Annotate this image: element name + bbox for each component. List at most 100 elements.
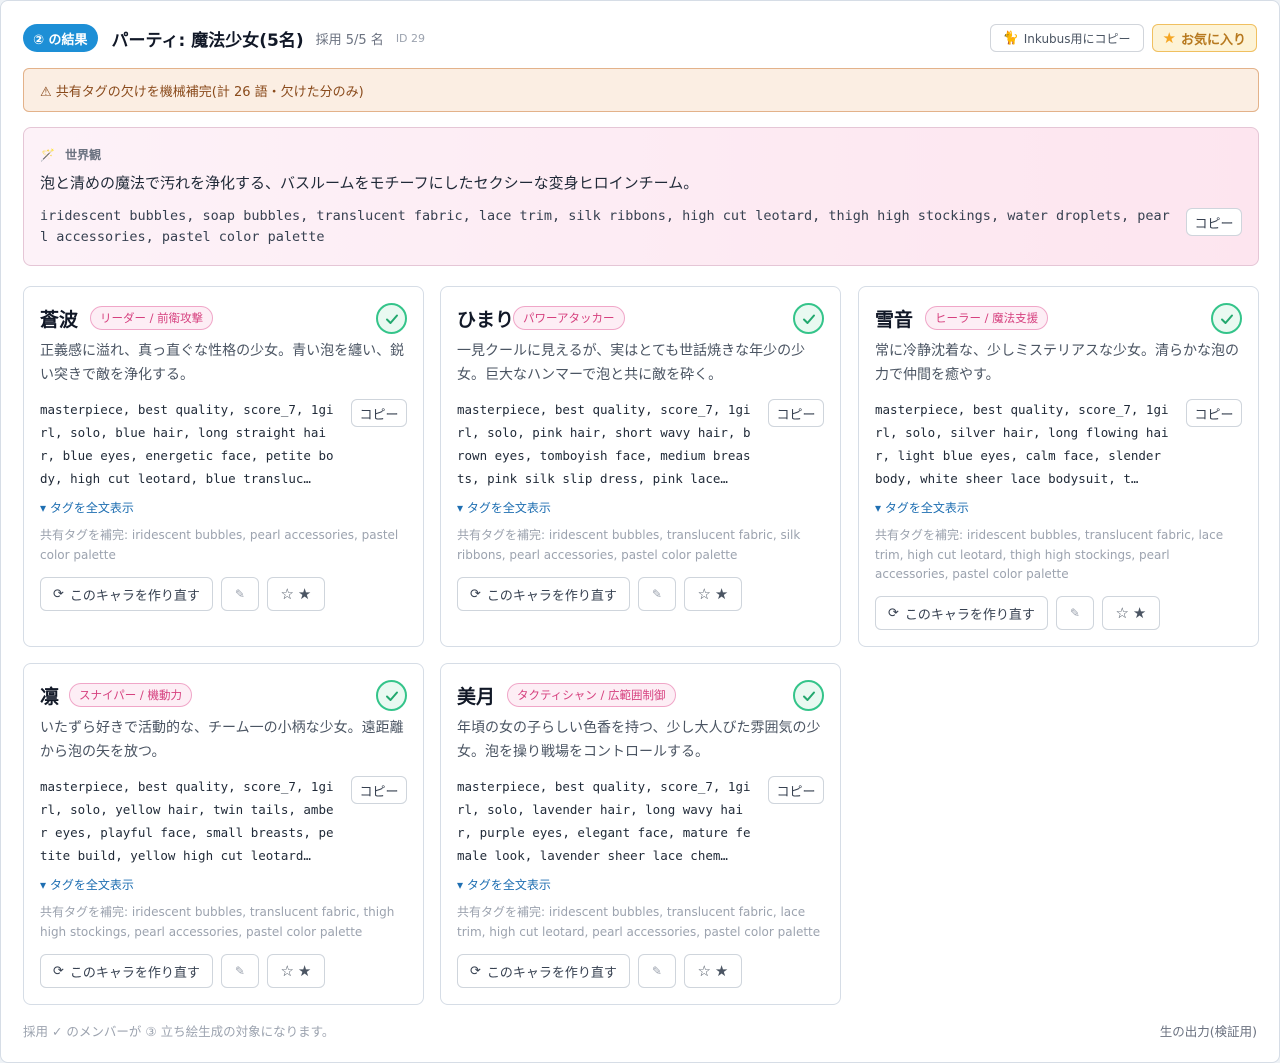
raw-output-toggle[interactable]: 生の出力(検証用) — [1160, 1021, 1257, 1040]
expand-tags-toggle[interactable]: ▾ タグを全文表示 — [875, 499, 969, 516]
step-badge: ② の結果 — [23, 24, 98, 52]
character-role-badge: タクティシャン / 広範囲制御 — [507, 683, 676, 707]
character-copy-button[interactable]: コピー — [1186, 399, 1242, 427]
party-id: ID 29 — [395, 31, 426, 45]
edit-button[interactable]: ✎ — [220, 577, 259, 611]
regenerate-character-button[interactable]: ⟳ このキャラを作り直す — [40, 577, 213, 611]
card-actions: ⟳ このキャラを作り直す ✎ ☆ ★ — [40, 577, 325, 611]
character-tags: masterpiece, best quality, score_7, 1gir… — [40, 402, 334, 486]
cat-icon: 🐈 — [1002, 30, 1019, 46]
shared-tag-fill-note: 共有タグを補完: iridescent bubbles, translucent… — [875, 528, 1224, 581]
character-copy-button[interactable]: コピー — [768, 399, 824, 427]
rating-button[interactable]: ☆ ★ — [683, 954, 742, 988]
pencil-icon: ✎ — [1069, 606, 1080, 620]
check-icon — [1220, 314, 1233, 324]
favorite-button[interactable]: ★ お気に入り — [1151, 24, 1257, 52]
regenerate-character-button[interactable]: ⟳ このキャラを作り直す — [457, 954, 630, 988]
inkubus-copy-button[interactable]: 🐈 Inkubus用にコピー — [989, 24, 1144, 52]
regenerate-label: このキャラを作り直す — [904, 607, 1035, 623]
shared-tag-fill-note: 共有タグを補完: iridescent bubbles, translucent… — [457, 528, 801, 562]
character-tags: masterpiece, best quality, score_7, 1gir… — [457, 402, 751, 486]
adopt-check-toggle[interactable] — [1211, 303, 1242, 334]
adopt-check-toggle[interactable] — [376, 680, 407, 711]
rating-button[interactable]: ☆ ★ — [266, 954, 325, 988]
character-role-badge: リーダー / 前衛攻撃 — [90, 306, 214, 330]
star-filled-icon: ★ — [297, 962, 312, 980]
check-icon — [802, 314, 815, 324]
expand-tags-toggle[interactable]: ▾ タグを全文表示 — [457, 499, 551, 516]
star-outline-icon: ☆ — [697, 962, 711, 980]
regenerate-label: このキャラを作り直す — [486, 965, 617, 981]
character-card: 雪音 ヒーラー / 魔法支援 常に冷静沈着な、少しミステリアスな少女。清らかな泡… — [858, 286, 1259, 647]
regenerate-character-button[interactable]: ⟳ このキャラを作り直す — [457, 577, 630, 611]
check-icon — [385, 691, 398, 701]
world-copy-button[interactable]: コピー — [1186, 208, 1242, 236]
star-outline-icon: ☆ — [697, 585, 711, 603]
expand-tags-toggle[interactable]: ▾ タグを全文表示 — [40, 876, 134, 893]
refresh-icon: ⟳ — [470, 963, 481, 979]
card-actions: ⟳ このキャラを作り直す ✎ ☆ ★ — [875, 596, 1160, 630]
star-outline-icon: ☆ — [280, 585, 294, 603]
star-outline-icon: ☆ — [280, 962, 294, 980]
character-description: 一見クールに見えるが、実はとても世話焼きな年少の少女。巨大なハンマーで泡と共に敵… — [457, 343, 806, 383]
star-outline-icon: ☆ — [1115, 604, 1129, 622]
expand-tags-toggle[interactable]: ▾ タグを全文表示 — [40, 499, 134, 516]
character-tags: masterpiece, best quality, score_7, 1gir… — [875, 402, 1169, 486]
rating-button[interactable]: ☆ ★ — [1101, 596, 1160, 630]
character-name: 雪音 — [875, 309, 914, 331]
character-card: 美月 タクティシャン / 広範囲制御 年頃の女の子らしい色香を持つ、少し大人びた… — [440, 663, 841, 1005]
adopt-count: 採用 5/5 名 — [315, 32, 384, 48]
character-copy-button[interactable]: コピー — [768, 776, 824, 804]
pencil-icon: ✎ — [651, 587, 662, 601]
magic-wand-icon: 🪄 — [40, 148, 55, 162]
adopt-check-toggle[interactable] — [793, 303, 824, 334]
character-name: ひまり — [457, 309, 515, 331]
favorite-label: お気に入り — [1180, 32, 1246, 48]
regenerate-label: このキャラを作り直す — [486, 588, 617, 604]
check-icon — [802, 691, 815, 701]
adopt-check-toggle[interactable] — [376, 303, 407, 334]
regenerate-character-button[interactable]: ⟳ このキャラを作り直す — [40, 954, 213, 988]
card-actions: ⟳ このキャラを作り直す ✎ ☆ ★ — [40, 954, 325, 988]
edit-button[interactable]: ✎ — [637, 577, 676, 611]
character-description: 常に冷静沈着な、少しミステリアスな少女。清らかな泡の力で仲間を癒やす。 — [875, 343, 1239, 383]
star-filled-icon: ★ — [297, 585, 312, 603]
inkubus-copy-label: Inkubus用にコピー — [1023, 31, 1131, 46]
refresh-icon: ⟳ — [470, 586, 481, 602]
regenerate-label: このキャラを作り直す — [69, 965, 200, 981]
card-actions: ⟳ このキャラを作り直す ✎ ☆ ★ — [457, 954, 742, 988]
header-actions: 🐈 Inkubus用にコピー ★ お気に入り — [989, 24, 1257, 52]
character-description: 年頃の女の子らしい色香を持つ、少し大人びた雰囲気の少女。泡を操り戦場をコントロー… — [457, 720, 821, 760]
card-actions: ⟳ このキャラを作り直す ✎ ☆ ★ — [457, 577, 742, 611]
star-filled-icon: ★ — [714, 962, 729, 980]
rating-button[interactable]: ☆ ★ — [266, 577, 325, 611]
character-role-badge: パワーアタッカー — [513, 306, 625, 330]
character-description: いたずら好きで活動的な、チーム一の小柄な少女。遠距離から泡の矢を放つ。 — [40, 720, 404, 760]
result-header: ② の結果 パーティ: 魔法少女(5名) 採用 5/5 名 ID 29 🐈 In… — [23, 23, 1257, 53]
refresh-icon: ⟳ — [53, 963, 64, 979]
star-filled-icon: ★ — [714, 585, 729, 603]
expand-tags-toggle[interactable]: ▾ タグを全文表示 — [457, 876, 551, 893]
result-panel: ② の結果 パーティ: 魔法少女(5名) 採用 5/5 名 ID 29 🐈 In… — [0, 0, 1280, 1063]
world-description: 泡と清めの魔法で汚れを浄化する、バスルームをモチーフにしたセクシーな変身ヒロイン… — [40, 174, 699, 192]
pencil-icon: ✎ — [234, 587, 245, 601]
adopt-check-toggle[interactable] — [793, 680, 824, 711]
character-role-badge: ヒーラー / 魔法支援 — [925, 306, 1049, 330]
edit-button[interactable]: ✎ — [637, 954, 676, 988]
character-copy-button[interactable]: コピー — [351, 399, 407, 427]
shared-tag-fill-note: 共有タグを補完: iridescent bubbles, translucent… — [457, 905, 821, 939]
edit-button[interactable]: ✎ — [1055, 596, 1094, 630]
world-tags: iridescent bubbles, soap bubbles, transl… — [40, 208, 1170, 245]
character-name: 凛 — [40, 686, 60, 708]
refresh-icon: ⟳ — [888, 605, 899, 621]
character-copy-button[interactable]: コピー — [351, 776, 407, 804]
pencil-icon: ✎ — [234, 964, 245, 978]
regenerate-label: このキャラを作り直す — [69, 588, 200, 604]
edit-button[interactable]: ✎ — [220, 954, 259, 988]
refresh-icon: ⟳ — [53, 586, 64, 602]
warning-text: ⚠ 共有タグの欠けを機械補完(計 26 語・欠けた分のみ) — [40, 84, 364, 100]
regenerate-character-button[interactable]: ⟳ このキャラを作り直す — [875, 596, 1048, 630]
rating-button[interactable]: ☆ ★ — [683, 577, 742, 611]
character-name: 蒼波 — [40, 309, 79, 331]
character-role-badge: スナイパー / 機動力 — [69, 683, 192, 707]
